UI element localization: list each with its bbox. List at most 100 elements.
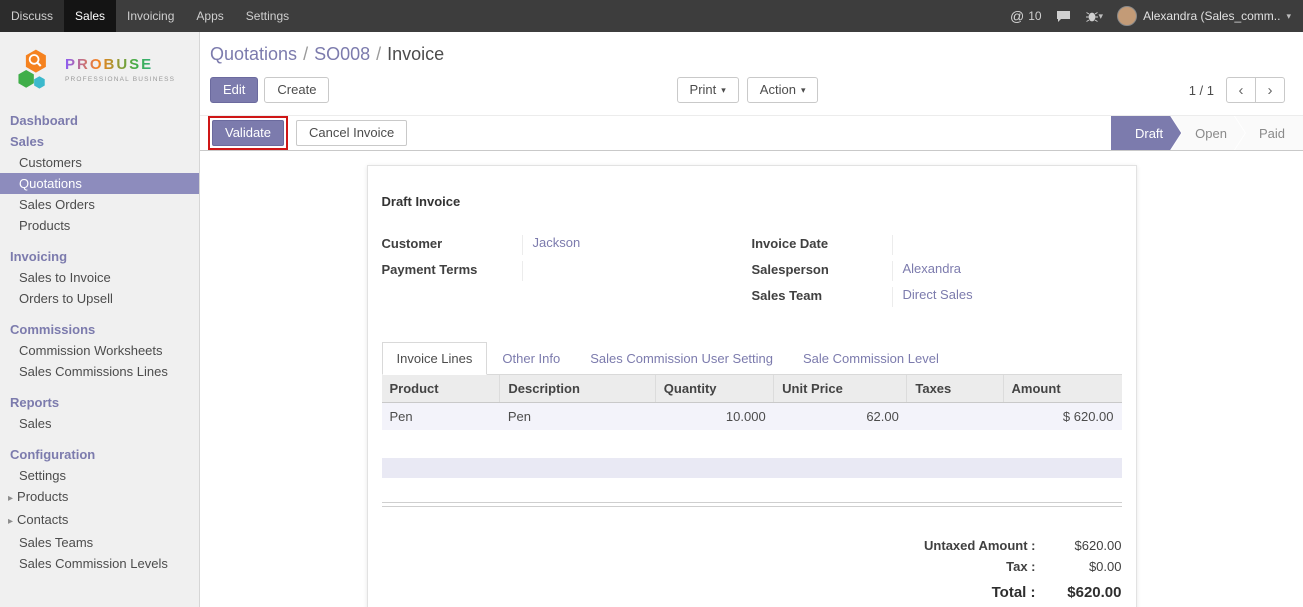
sidebar-item-sales-to-invoice[interactable]: Sales to Invoice (0, 267, 199, 288)
nav-item-sales[interactable]: Sales (64, 0, 116, 32)
user-avatar (1117, 6, 1137, 26)
sales-team-label: Sales Team (752, 287, 892, 307)
untaxed-amount-value: $620.00 (1050, 538, 1122, 553)
nav-item-invoicing[interactable]: Invoicing (116, 0, 185, 32)
totals-block: Untaxed Amount : $620.00 Tax : $0.00 Tot… (842, 535, 1122, 604)
user-name: Alexandra (Sales_comm.. (1143, 9, 1280, 23)
cell-quantity: 10.000 (655, 403, 773, 431)
messages-icon[interactable] (1056, 10, 1071, 23)
sales-team-value[interactable]: Direct Sales (892, 287, 1102, 307)
sidebar-item-commission-worksheets[interactable]: Commission Worksheets (0, 340, 199, 361)
invoice-fields: Customer Jackson Payment Terms Invoice D… (382, 235, 1122, 313)
activity-count: 10 (1028, 9, 1041, 23)
status-step-open[interactable]: Open (1171, 116, 1245, 150)
main-content: Quotations/SO008/Invoice Edit Create Pri… (200, 32, 1303, 607)
sidebar-item-sales-orders[interactable]: Sales Orders (0, 194, 199, 215)
tab-sales-commission-user-setting[interactable]: Sales Commission User Setting (575, 342, 788, 375)
col-product: Product (382, 375, 500, 403)
salesperson-value[interactable]: Alexandra (892, 261, 1102, 281)
sidebar-item-products[interactable]: Products (0, 215, 199, 236)
cell-amount: $ 620.00 (1003, 403, 1121, 431)
expand-arrow-icon: ▸ (8, 516, 13, 527)
control-panel: Quotations/SO008/Invoice Edit Create Pri… (200, 32, 1303, 115)
nav-item-settings[interactable]: Settings (235, 0, 300, 32)
nav-item-discuss[interactable]: Discuss (0, 0, 64, 32)
cell-taxes (907, 403, 1003, 431)
activity-menu[interactable]: @ 10 (1010, 8, 1042, 24)
sidebar-item-reports-sales[interactable]: Sales (0, 413, 199, 434)
empty-line-row (382, 458, 1122, 478)
sidebar-item-sales-commissions-lines[interactable]: Sales Commissions Lines (0, 361, 199, 382)
sidebar-item-sales-commission-levels[interactable]: Sales Commission Levels (0, 553, 199, 574)
tab-other-info[interactable]: Other Info (487, 342, 575, 375)
app-logo[interactable]: PROBUSE PROFESSIONAL BUSINESS (0, 32, 199, 110)
print-label: Print (690, 82, 717, 98)
sidebar-item-sales-teams[interactable]: Sales Teams (0, 532, 199, 553)
col-quantity: Quantity (655, 375, 773, 403)
tab-invoice-lines[interactable]: Invoice Lines (382, 342, 488, 375)
logo-title: PROBUSE (65, 57, 175, 74)
sidebar-heading-commissions[interactable]: Commissions (0, 319, 199, 340)
sidebar-heading-reports[interactable]: Reports (0, 392, 199, 413)
sidebar-item-quotations[interactable]: Quotations (0, 173, 199, 194)
invoice-title: Draft Invoice (382, 194, 1122, 209)
logo-subtitle: PROFESSIONAL BUSINESS (65, 76, 175, 83)
customer-value[interactable]: Jackson (522, 235, 732, 255)
sidebar-heading-sales[interactable]: Sales (0, 131, 199, 152)
section-separator (382, 502, 1122, 507)
col-taxes: Taxes (907, 375, 1003, 403)
expand-arrow-icon: ▸ (8, 493, 13, 504)
breadcrumb-current: Invoice (387, 44, 444, 64)
breadcrumb-quotations[interactable]: Quotations (210, 44, 297, 64)
sidebar-menu: Dashboard Sales Customers Quotations Sal… (0, 110, 199, 574)
sidebar-heading-configuration[interactable]: Configuration (0, 444, 199, 465)
status-step-paid[interactable]: Paid (1235, 116, 1303, 150)
col-amount: Amount (1003, 375, 1121, 403)
edit-button[interactable]: Edit (210, 77, 258, 103)
pager-previous-button[interactable]: ‹ (1226, 77, 1256, 103)
salesperson-label: Salesperson (752, 261, 892, 281)
breadcrumb-so008[interactable]: SO008 (314, 44, 370, 64)
invoice-lines-table: Product Description Quantity Unit Price … (382, 375, 1122, 430)
sidebar-item-orders-to-upsell[interactable]: Orders to Upsell (0, 288, 199, 309)
action-dropdown-button[interactable]: Action ▾ (747, 77, 819, 103)
sidebar: PROBUSE PROFESSIONAL BUSINESS Dashboard … (0, 32, 200, 607)
print-dropdown-button[interactable]: Print ▾ (677, 77, 739, 103)
sidebar-heading-invoicing[interactable]: Invoicing (0, 246, 199, 267)
col-unit-price: Unit Price (774, 375, 907, 403)
user-menu[interactable]: Alexandra (Sales_comm.. ▾ (1117, 6, 1291, 26)
validate-button[interactable]: Validate (212, 120, 284, 146)
tab-sale-commission-level[interactable]: Sale Commission Level (788, 342, 954, 375)
sidebar-item-settings[interactable]: Settings (0, 465, 199, 486)
sidebar-item-customers[interactable]: Customers (0, 152, 199, 173)
sidebar-item-config-contacts[interactable]: ▸Contacts (0, 509, 199, 532)
debug-caret-icon: ▾ (1099, 11, 1104, 22)
sidebar-item-label: Products (17, 489, 68, 504)
logo-text: PROBUSE PROFESSIONAL BUSINESS (65, 57, 175, 83)
pager-next-button[interactable]: › (1255, 77, 1285, 103)
customer-label: Customer (382, 235, 522, 255)
breadcrumb: Quotations/SO008/Invoice (210, 44, 1285, 65)
cancel-invoice-button[interactable]: Cancel Invoice (296, 120, 407, 146)
sidebar-item-config-products[interactable]: ▸ Products (0, 486, 199, 509)
notebook-tabs: Invoice Lines Other Info Sales Commissio… (382, 341, 1122, 375)
nav-item-apps[interactable]: Apps (185, 0, 234, 32)
table-row[interactable]: Pen Pen 10.000 62.00 $ 620.00 (382, 403, 1122, 431)
sidebar-heading-dashboard[interactable]: Dashboard (0, 110, 199, 131)
create-button[interactable]: Create (264, 77, 329, 103)
tax-value: $0.00 (1050, 559, 1122, 574)
activity-at-icon: @ (1010, 8, 1024, 24)
navbar-systray: @ 10 ▾ Alexandra (Sales_comm.. ▾ (1010, 0, 1303, 32)
caret-down-icon: ▾ (721, 82, 726, 98)
invoice-sheet: Draft Invoice Customer Jackson Payment T… (367, 165, 1137, 607)
debug-bug-icon[interactable]: ▾ (1085, 10, 1104, 23)
cell-description: Pen (500, 403, 655, 431)
pager: 1 / 1 ‹ › (1189, 77, 1285, 103)
user-menu-caret-icon: ▾ (1286, 11, 1291, 22)
payment-terms-value (522, 261, 732, 281)
invoice-date-value (892, 235, 1102, 255)
cell-product: Pen (382, 403, 500, 431)
validate-highlight-box: Validate (208, 116, 288, 150)
control-panel-buttons-row: Edit Create Print ▾ Action ▾ 1 / 1 (210, 77, 1285, 107)
status-step-draft[interactable]: Draft (1111, 116, 1181, 150)
